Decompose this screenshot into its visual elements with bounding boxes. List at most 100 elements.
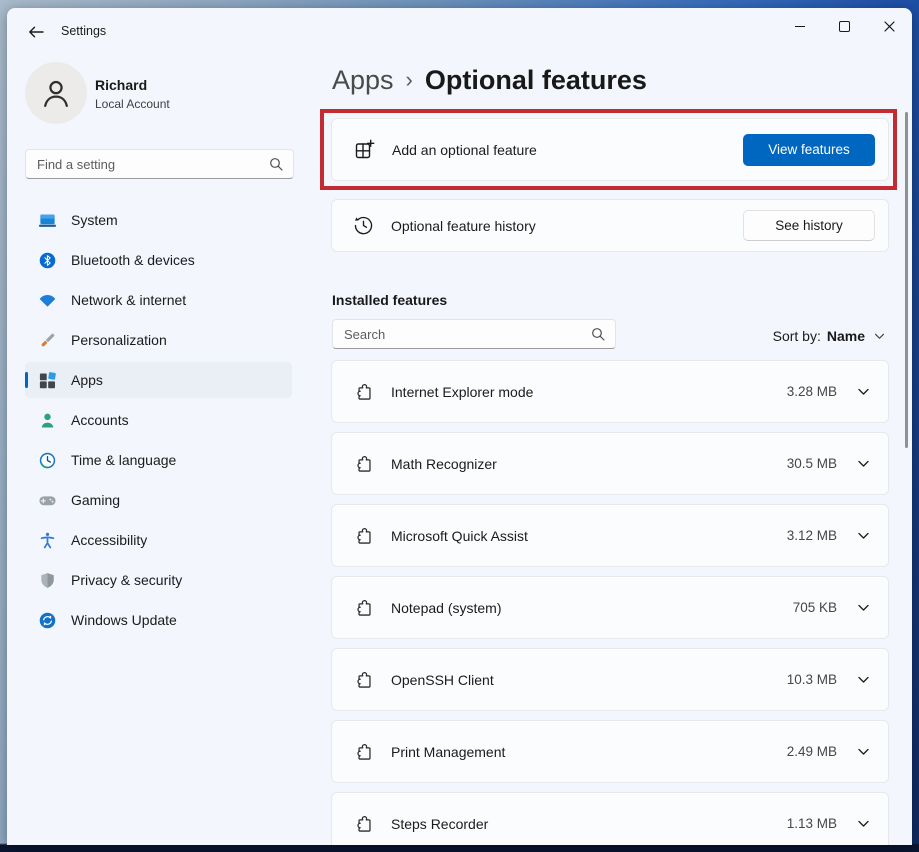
scrollbar-thumb[interactable] [905,112,908,448]
installed-features-search-input[interactable] [333,326,591,342]
network-icon [38,291,57,310]
feature-size: 2.49 MB [786,744,837,759]
back-arrow-icon [28,25,44,39]
window-title: Settings [61,24,107,38]
chevron-down-icon[interactable] [857,748,870,756]
accounts-icon [38,411,57,430]
chevron-down-icon [874,333,885,340]
back-button[interactable] [23,20,49,44]
personalization-icon [38,331,57,350]
optional-feature-history-card: Optional feature history See history [331,199,889,252]
feature-size: 3.12 MB [786,528,837,543]
feature-name: Math Recognizer [391,455,497,472]
sidebar-item-label: Accessibility [71,532,148,548]
breadcrumb-separator-icon: › [405,67,413,92]
sidebar-item-network-internet[interactable]: Network & internet [25,282,292,318]
sidebar-item-system[interactable]: System [25,202,292,238]
add-feature-icon [352,138,376,162]
selected-indicator [25,372,28,388]
card-label: Add an optional feature [392,141,537,158]
card-label: Optional feature history [391,217,536,234]
puzzle-icon [354,597,375,618]
puzzle-icon [354,741,375,762]
sort-label: Sort by: [772,328,821,344]
chevron-down-icon[interactable] [857,676,870,684]
feature-row-steps-recorder[interactable]: Steps Recorder 1.13 MB [331,792,889,845]
sidebar-item-time-language[interactable]: Time & language [25,442,292,478]
time-language-icon [38,451,57,470]
user-account-type: Local Account [95,97,170,111]
feature-row-internet-explorer-mode[interactable]: Internet Explorer mode 3.28 MB [331,360,889,423]
sidebar-item-label: Windows Update [71,612,177,628]
view-features-button[interactable]: View features [743,133,875,166]
feature-name: Notepad (system) [391,599,502,616]
settings-window: Settings Richard Local Account Find a se… [7,8,912,845]
chevron-down-icon[interactable] [857,388,870,396]
window-controls [777,8,912,44]
sidebar-item-apps[interactable]: Apps [25,362,292,398]
sidebar-item-personalization[interactable]: Personalization [25,322,292,358]
sidebar-item-label: Gaming [71,492,121,508]
feature-size: 3.28 MB [786,384,837,399]
chevron-down-icon[interactable] [857,820,870,828]
installed-features-heading: Installed features [332,292,448,308]
search-icon [591,327,605,341]
add-optional-feature-card: Add an optional feature View features [331,118,889,181]
find-setting-input[interactable] [26,156,269,172]
feature-size: 705 KB [792,600,837,615]
puzzle-icon [354,453,375,474]
feature-size: 10.3 MB [786,672,837,687]
feature-row-openssh-client[interactable]: OpenSSH Client 10.3 MB [331,648,889,711]
feature-row-print-management[interactable]: Print Management 2.49 MB [331,720,889,783]
feature-name: Steps Recorder [391,815,489,832]
minimize-button[interactable] [777,8,822,44]
windows-update-icon [38,611,57,630]
sidebar-item-label: Bluetooth & devices [71,252,195,268]
feature-size: 30.5 MB [786,456,837,471]
maximize-button[interactable] [822,8,867,44]
sort-value: Name [826,328,865,344]
sidebar-item-windows-update[interactable]: Windows Update [25,602,292,638]
chevron-down-icon[interactable] [857,532,870,540]
sort-dropdown[interactable]: Sort by: Name [773,325,885,347]
sidebar-item-accounts[interactable]: Accounts [25,402,292,438]
sidebar-item-gaming[interactable]: Gaming [25,482,292,518]
sidebar-item-privacy-security[interactable]: Privacy & security [25,562,292,598]
breadcrumb-apps-link[interactable]: Apps [332,65,394,96]
feature-name: Internet Explorer mode [391,383,534,400]
sidebar-item-accessibility[interactable]: Accessibility [25,522,292,558]
feature-row-math-recognizer[interactable]: Math Recognizer 30.5 MB [331,432,889,495]
feature-size: 1.13 MB [786,816,837,831]
avatar[interactable] [25,62,87,124]
feature-name: Microsoft Quick Assist [391,527,528,544]
close-button[interactable] [867,8,912,44]
gaming-icon [38,491,57,510]
system-icon [38,211,57,230]
breadcrumb: Apps › Optional features [332,65,647,96]
find-setting-search [25,149,294,179]
sidebar-item-label: Privacy & security [71,572,183,588]
apps-icon [38,371,57,390]
puzzle-icon [354,381,375,402]
chevron-down-icon[interactable] [857,604,870,612]
sidebar-item-bluetooth-devices[interactable]: Bluetooth & devices [25,242,292,278]
puzzle-icon [354,669,375,690]
accessibility-icon [38,531,57,550]
search-icon [269,157,283,171]
sidebar-nav: System Bluetooth & devices Network & int… [25,202,292,642]
chevron-down-icon[interactable] [857,460,870,468]
minimize-icon [794,25,805,27]
feature-row-microsoft-quick-assist[interactable]: Microsoft Quick Assist 3.12 MB [331,504,889,567]
bluetooth-icon [38,251,57,270]
sidebar-item-label: Network & internet [71,292,187,308]
see-history-button[interactable]: See history [743,210,875,241]
installed-features-search [332,319,616,349]
feature-name: Print Management [391,743,506,760]
feature-row-notepad-system[interactable]: Notepad (system) 705 KB [331,576,889,639]
page-title: Optional features [424,65,647,95]
sidebar-item-label: Accounts [71,412,129,428]
sidebar-item-label: Apps [71,372,103,388]
puzzle-icon [354,813,375,834]
sidebar-item-label: Personalization [71,332,167,348]
privacy-security-icon [38,571,57,590]
